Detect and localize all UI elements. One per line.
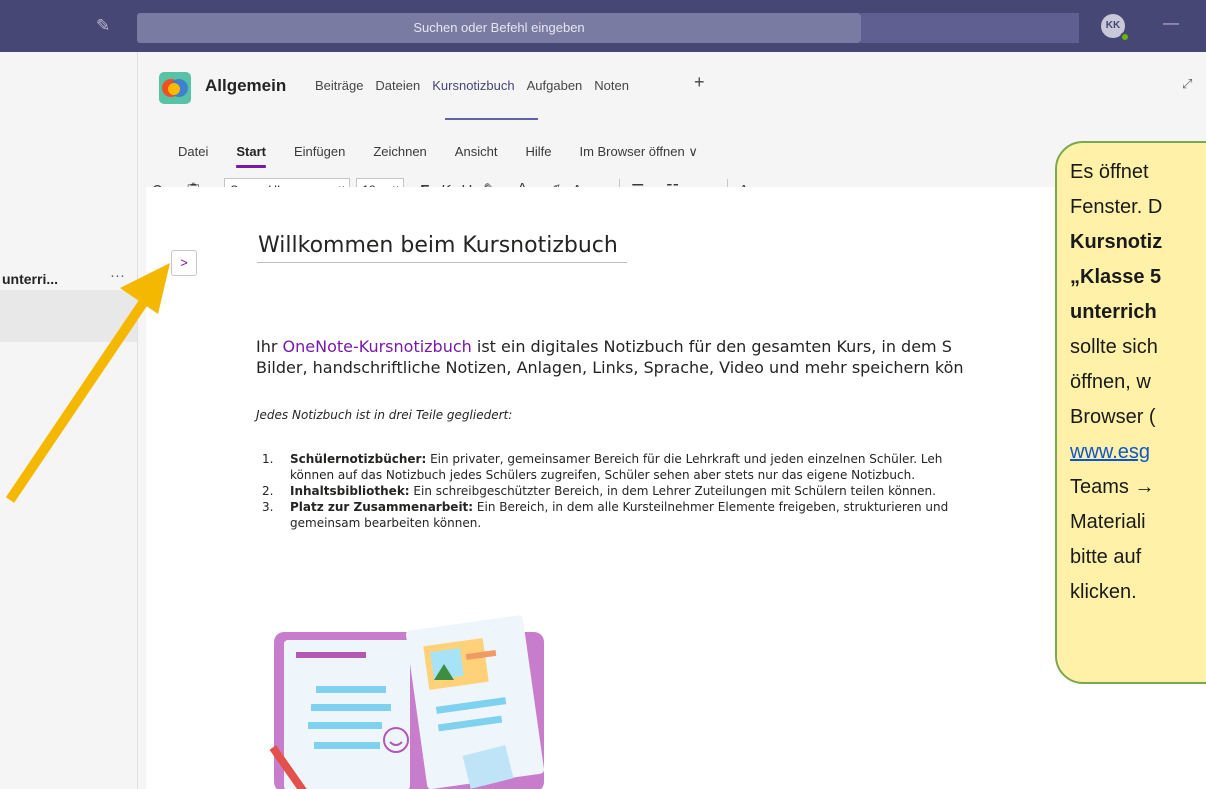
ribbon-tab-ansicht[interactable]: Ansicht <box>455 144 498 160</box>
ribbon-tab-hilfe[interactable]: Hilfe <box>525 144 551 160</box>
intro-paragraph[interactable]: Ihr OneNote-Kursnotizbuch ist ein digita… <box>256 336 1066 378</box>
tab-noten[interactable]: Noten <box>594 78 629 93</box>
list-item: 2. Inhaltsbibliothek: Ein schreibgeschütz… <box>262 484 936 498</box>
callout-text: Es öffnet Fenster. D Kursnotiz „Klasse 5… <box>1070 161 1163 603</box>
team-name-label[interactable]: unterri... <box>2 271 58 287</box>
onenote-link[interactable]: OneNote-Kursnotizbuch <box>283 337 472 356</box>
list-item: 1. Schülernotizbücher: Ein privater, geme… <box>262 452 943 482</box>
team-logo-icon <box>159 72 191 104</box>
expand-icon[interactable]: ⤢ <box>1182 76 1192 92</box>
ribbon-tabs: Datei Start Einfügen Zeichnen Ansicht Hi… <box>178 144 726 168</box>
team-list-panel: unterri... ··· <box>0 52 137 789</box>
more-options-icon[interactable]: ··· <box>110 267 125 284</box>
ribbon-tab-zeichnen[interactable]: Zeichnen <box>373 144 426 160</box>
page-title[interactable]: Willkommen beim Kursnotizbuch <box>258 233 618 258</box>
channel-tabs: Beiträge Dateien Kursnotizbuch Aufgaben … <box>315 78 641 93</box>
callout-link[interactable]: www.esg <box>1070 441 1150 463</box>
tab-kursnotizbuch[interactable]: Kursnotizbuch <box>432 78 514 93</box>
compose-icon[interactable]: ✎ <box>96 16 110 36</box>
title-bar: ✎ Suchen oder Befehl eingeben KK — <box>0 0 1206 52</box>
tab-aufgaben[interactable]: Aufgaben <box>527 78 583 93</box>
minimize-icon[interactable]: — <box>1163 15 1179 33</box>
search-bar-extension <box>861 13 1079 43</box>
notebook-illustration <box>269 615 545 789</box>
channel-header: Allgemein Beiträge Dateien Kursnotizbuch… <box>138 52 1206 120</box>
ribbon-tab-datei[interactable]: Datei <box>178 144 208 160</box>
list-item: 3. Platz zur Zusammenarbeit: Ein Bereich,… <box>262 500 949 530</box>
tab-dateien[interactable]: Dateien <box>375 78 420 93</box>
parts-list[interactable]: 1. Schülernotizbücher: Ein privater, geme… <box>262 451 1062 531</box>
ribbon-tab-start[interactable]: Start <box>236 144 266 168</box>
add-tab-icon[interactable]: + <box>694 72 705 93</box>
status-dot-icon <box>1120 32 1130 42</box>
tab-beitraege[interactable]: Beiträge <box>315 78 363 93</box>
parts-heading[interactable]: Jedes Notizbuch ist in drei Teile geglie… <box>256 408 512 422</box>
title-underline <box>257 262 627 263</box>
ribbon-tab-einfuegen[interactable]: Einfügen <box>294 144 345 160</box>
channel-name: Allgemein <box>205 76 287 95</box>
open-in-browser-menu[interactable]: Im Browser öffnen ∨ <box>579 144 697 160</box>
expand-navigation-button[interactable]: > <box>171 250 197 276</box>
search-input[interactable]: Suchen oder Befehl eingeben <box>137 13 861 43</box>
selected-channel-row[interactable] <box>0 290 137 342</box>
